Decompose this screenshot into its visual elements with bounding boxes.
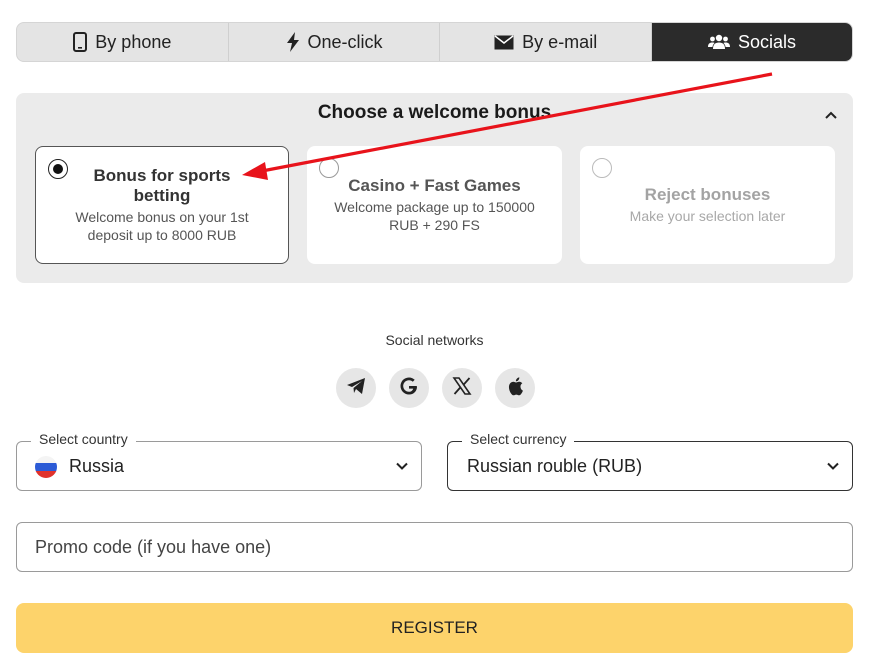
phone-icon xyxy=(73,32,88,52)
bonus-option-subtitle: Welcome package up to 150000 RUB + 290 F… xyxy=(334,199,535,233)
envelope-icon xyxy=(494,34,514,50)
tab-by-phone[interactable]: By phone xyxy=(17,23,229,61)
bonus-option-subtitle: Welcome bonus on your 1st deposit up to … xyxy=(75,209,249,243)
bonus-option-subtitle: Make your selection later xyxy=(629,208,786,224)
x-icon xyxy=(452,376,472,401)
register-button[interactable]: REGISTER xyxy=(16,603,853,653)
currency-select-label: Select currency xyxy=(462,431,575,447)
apple-button[interactable] xyxy=(495,368,535,408)
x-button[interactable] xyxy=(442,368,482,408)
apple-icon xyxy=(506,376,524,401)
bonus-option-title: Reject bonuses xyxy=(644,185,771,204)
tab-label: By phone xyxy=(95,31,172,52)
promo-code-input[interactable] xyxy=(16,522,853,572)
bonus-panel-title: Choose a welcome bonus xyxy=(317,102,552,123)
google-button[interactable] xyxy=(389,368,429,408)
country-select-label: Select country xyxy=(31,431,136,447)
radio-unselected[interactable] xyxy=(592,158,612,178)
tab-socials[interactable]: Socials xyxy=(652,23,852,61)
telegram-icon xyxy=(346,377,366,400)
bonus-option-title: Bonus for sports betting xyxy=(93,166,231,205)
tab-label: By e-mail xyxy=(522,31,598,52)
google-icon xyxy=(399,376,419,401)
lightning-icon xyxy=(286,32,300,52)
radio-unselected[interactable] xyxy=(319,158,339,178)
welcome-bonus-panel: Choose a welcome bonus Bonus for sports … xyxy=(16,93,853,283)
bonus-option-reject[interactable]: Reject bonuses Make your selection later xyxy=(580,146,835,264)
tab-label: Socials xyxy=(738,31,797,52)
tab-by-email[interactable]: By e-mail xyxy=(440,23,653,61)
chevron-down-icon xyxy=(395,459,409,473)
radio-selected[interactable] xyxy=(48,159,68,179)
bonus-option-sports[interactable]: Bonus for sports betting Welcome bonus o… xyxy=(35,146,289,264)
chevron-up-icon[interactable] xyxy=(823,107,839,123)
country-select[interactable]: Select country Russia xyxy=(16,431,422,491)
registration-method-tabs: By phone One-click By e-mail Socials xyxy=(16,22,853,62)
social-buttons xyxy=(336,368,535,408)
tab-label: One-click xyxy=(307,31,383,52)
users-icon xyxy=(708,34,730,50)
bonus-option-casino[interactable]: Casino + Fast Games Welcome package up t… xyxy=(307,146,562,264)
currency-value: Russian rouble (RUB) xyxy=(467,456,643,476)
bonus-option-title: Casino + Fast Games xyxy=(348,176,521,195)
currency-select[interactable]: Select currency Russian rouble (RUB) xyxy=(447,431,853,491)
telegram-button[interactable] xyxy=(336,368,376,408)
social-networks-label: Social networks xyxy=(385,332,484,348)
tab-one-click[interactable]: One-click xyxy=(229,23,441,61)
russia-flag-icon xyxy=(35,456,57,478)
country-value: Russia xyxy=(69,456,125,476)
chevron-down-icon xyxy=(826,459,840,473)
